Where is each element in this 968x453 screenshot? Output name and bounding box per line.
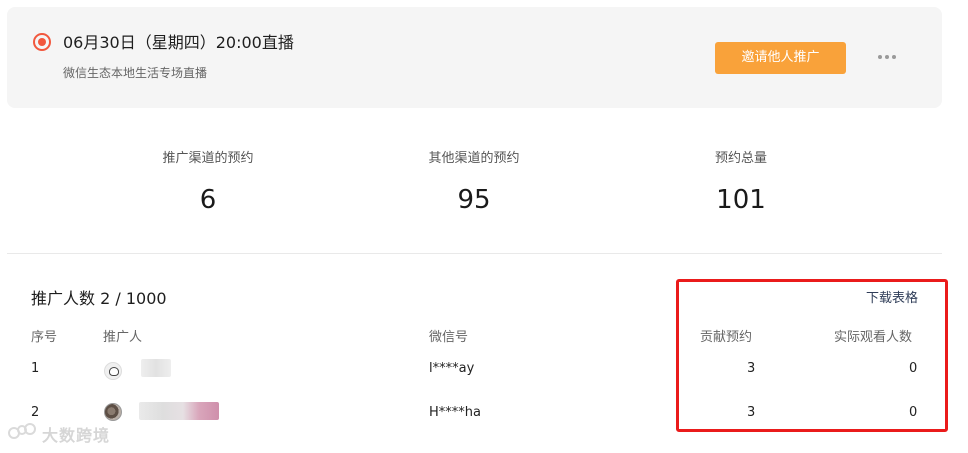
row-index: 2 [31,405,40,420]
live-radio-icon [33,33,51,51]
stat-label: 预约总量 [714,151,767,166]
stat-value: 101 [716,185,766,215]
watermark-logo-icon [8,423,38,445]
live-subtitle: 微信生态本地生活专场直播 [63,66,208,80]
live-card: 06月30日（星期四）20:00直播 微信生态本地生活专场直播 邀请他人推广 [7,7,942,108]
promoter-name-blurred [141,359,171,377]
stat-label: 其他渠道的预约 [428,151,520,166]
more-dots-icon[interactable] [878,55,896,59]
watermark-text: 大数跨境 [42,426,111,445]
promoter-name-blurred [139,402,219,420]
row-wechat: H****ha [429,405,481,420]
column-header-promoter: 推广人 [103,330,143,345]
column-header-wechat: 微信号 [429,330,469,345]
stat-value: 95 [457,185,491,215]
divider [7,253,942,254]
highlight-annotation-box [676,279,948,432]
column-header-index: 序号 [31,330,58,345]
avatar-icon [104,403,122,421]
row-wechat: l****ay [429,361,475,376]
promoter-count-title: 推广人数 2 / 1000 [31,289,167,308]
stat-promo-channel: 推广渠道的预约 6 [118,150,298,216]
watermark: 大数跨境 [8,422,110,446]
invite-button[interactable]: 邀请他人推广 [715,42,846,74]
stat-value: 6 [199,185,217,215]
stat-other-channel: 其他渠道的预约 95 [384,150,564,216]
avatar-icon [104,362,122,380]
stat-total: 预约总量 101 [651,150,831,216]
row-index: 1 [31,361,40,376]
live-title: 06月30日（星期四）20:00直播 [63,33,294,52]
stat-label: 推广渠道的预约 [162,151,254,166]
